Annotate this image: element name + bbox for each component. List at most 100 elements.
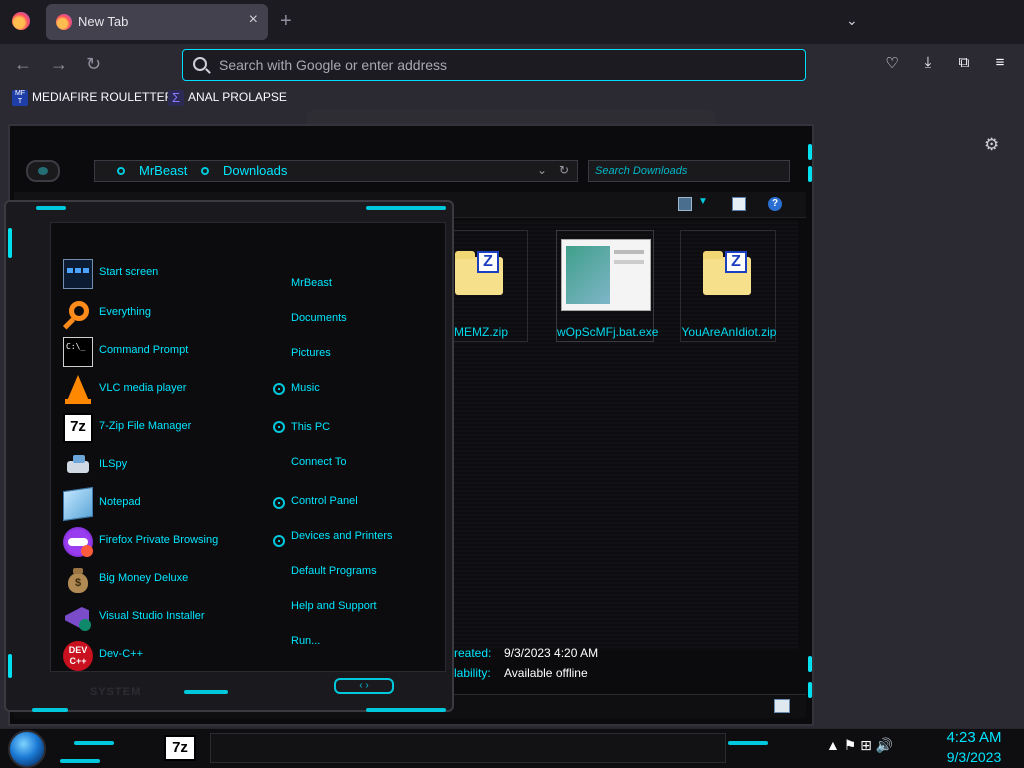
- submenu-arrow-icon[interactable]: [273, 383, 285, 395]
- place-mrbeast[interactable]: MrBeast: [291, 277, 332, 289]
- frame-accent: [366, 206, 446, 210]
- magnifier-icon: [62, 299, 93, 330]
- program-start-screen[interactable]: Start screen: [63, 257, 283, 291]
- program-ilspy[interactable]: ILSpy: [63, 449, 283, 483]
- address-bar[interactable]: MrBeast Downloads ⌄ ↻: [94, 160, 578, 182]
- frame-accent: [36, 206, 66, 210]
- place-default-programs[interactable]: Default Programs: [291, 565, 377, 577]
- place-control-panel[interactable]: Control Panel: [291, 495, 358, 507]
- place-documents[interactable]: Documents: [291, 312, 347, 324]
- downloads-button[interactable]: ⤓: [918, 54, 938, 74]
- cmd-icon: C:\_: [63, 337, 93, 367]
- back-forward-orb-icon[interactable]: [26, 160, 60, 182]
- start-menu: Start screen Everything C:\_ Command Pro…: [4, 200, 454, 712]
- file-item-bat-exe[interactable]: wOpScMFj.bat.exe: [556, 230, 658, 342]
- place-this-pc[interactable]: This PC: [291, 421, 330, 433]
- availability-value: Available offline: [504, 666, 588, 680]
- ilspy-icon: [63, 451, 93, 481]
- url-input[interactable]: [217, 55, 777, 75]
- address-dropdown-icon[interactable]: ⌄: [537, 163, 547, 177]
- clock-time[interactable]: 4:23 AM: [932, 729, 1016, 746]
- frame-accent: [366, 708, 446, 712]
- app-menu-button[interactable]: ≡: [990, 54, 1010, 74]
- tab-list-chevron-icon[interactable]: ⌄: [846, 12, 858, 29]
- program-notepad[interactable]: Notepad: [63, 486, 285, 522]
- reload-button[interactable]: ↻: [86, 54, 101, 75]
- program-devcpp[interactable]: DEV C++ Dev-C++: [63, 639, 283, 673]
- created-value: 9/3/2023 4:20 AM: [504, 646, 599, 660]
- tab-close-icon[interactable]: ×: [249, 11, 258, 29]
- preview-pane-icon[interactable]: [732, 197, 746, 211]
- 7zip-icon: 7z: [63, 413, 93, 443]
- taskbar-7zip-button[interactable]: 7z: [164, 735, 196, 761]
- frame-accent: [32, 708, 68, 712]
- program-everything[interactable]: Everything: [62, 297, 283, 331]
- created-label: reated:: [454, 646, 492, 660]
- breadcrumb-mrbeast[interactable]: MrBeast: [139, 163, 187, 178]
- bookmark-label: ANAL PROLAPSE: [188, 90, 287, 105]
- place-connect-to[interactable]: Connect To: [291, 456, 346, 468]
- place-pictures[interactable]: Pictures: [291, 347, 331, 359]
- bookmarks-toolbar: MF T MEDIAFIRE ROULETTER Σ ANAL PROLAPSE: [0, 86, 1024, 112]
- exe-thumbnail-icon: [561, 239, 651, 311]
- bookmark-mediafire-rouletter[interactable]: MF T MEDIAFIRE ROULETTER: [12, 90, 173, 106]
- submenu-arrow-icon[interactable]: [273, 497, 285, 509]
- submenu-arrow-icon[interactable]: [273, 421, 285, 433]
- vlc-icon: [63, 375, 93, 405]
- system-label: SYSTEM: [90, 686, 142, 698]
- new-tab-button[interactable]: +: [280, 10, 292, 33]
- taskbar-task-area: [210, 733, 726, 763]
- pocket-button[interactable]: ♡: [882, 54, 902, 74]
- program-command-prompt[interactable]: C:\_ Command Prompt: [63, 335, 283, 369]
- frame-accent: [8, 654, 12, 678]
- view-dropdown-icon[interactable]: ▼: [698, 196, 708, 207]
- forward-button[interactable]: →: [50, 54, 68, 75]
- view-options-icon[interactable]: [678, 197, 692, 211]
- place-run[interactable]: Run...: [291, 635, 320, 647]
- system-tray[interactable]: ▲ ⚑ ⊞ 🔊: [826, 737, 893, 754]
- program-7zip[interactable]: 7z 7-Zip File Manager: [63, 411, 285, 445]
- place-help-and-support[interactable]: Help and Support: [291, 600, 377, 612]
- place-devices-and-printers[interactable]: Devices and Printers: [291, 530, 393, 542]
- availability-label: lability:: [454, 666, 491, 680]
- start-orb-button[interactable]: [8, 730, 46, 768]
- bookmark-anal-prolapse[interactable]: Σ ANAL PROLAPSE: [168, 90, 287, 106]
- firefox-icon[interactable]: [12, 12, 30, 30]
- window-top-decoration: [306, 110, 716, 124]
- bookmark-label: MEDIAFIRE ROULETTER: [32, 90, 174, 105]
- program-visual-studio-installer[interactable]: Visual Studio Installer: [63, 601, 283, 635]
- back-button[interactable]: ←: [14, 54, 32, 75]
- program-big-money-deluxe[interactable]: $ Big Money Deluxe: [63, 563, 283, 597]
- taskbar: 7z ▲ ⚑ ⊞ 🔊 4:23 AM 9/3/2023: [0, 728, 1024, 768]
- money-bag-icon: $: [63, 565, 93, 595]
- search-icon: [193, 57, 207, 71]
- program-vlc[interactable]: VLC media player: [63, 373, 285, 407]
- url-bar[interactable]: [182, 49, 806, 81]
- firefox-tab-icon: [56, 14, 72, 30]
- file-item-youareanidiot[interactable]: Z YouAreAnIdiot.zip: [680, 230, 776, 342]
- breadcrumb-downloads[interactable]: Downloads: [223, 163, 287, 178]
- help-icon[interactable]: ?: [768, 197, 782, 211]
- submenu-arrow-icon[interactable]: [273, 535, 285, 547]
- tab-new-tab[interactable]: New Tab ×: [46, 4, 268, 40]
- explorer-search-input[interactable]: Search Downloads: [588, 160, 790, 182]
- file-name: YouAreAnIdiot.zip: [681, 325, 777, 339]
- details-view-icon[interactable]: [774, 699, 790, 713]
- breadcrumb-separator-icon: [201, 167, 209, 175]
- extensions-button[interactable]: ⧉: [954, 54, 974, 74]
- program-firefox-private[interactable]: Firefox Private Browsing: [63, 525, 285, 559]
- gear-icon[interactable]: ⚙: [984, 135, 999, 155]
- devcpp-icon: DEV C++: [63, 641, 93, 671]
- breadcrumb-separator-icon: [117, 167, 125, 175]
- frame-accent: [808, 166, 812, 182]
- details-pane: reated: 9/3/2023 4:20 AM lability: Avail…: [450, 640, 782, 686]
- frame-accent: [808, 656, 812, 672]
- refresh-icon[interactable]: ↻: [559, 163, 569, 177]
- frame-accent: [808, 144, 812, 160]
- start-menu-nav-button[interactable]: ‹ ›: [334, 678, 394, 694]
- tab-title: New Tab: [78, 14, 129, 29]
- frame-accent: [8, 228, 12, 258]
- clock-date[interactable]: 9/3/2023: [932, 749, 1016, 765]
- zip-file-icon: Z: [695, 239, 761, 305]
- place-music[interactable]: Music: [291, 382, 320, 394]
